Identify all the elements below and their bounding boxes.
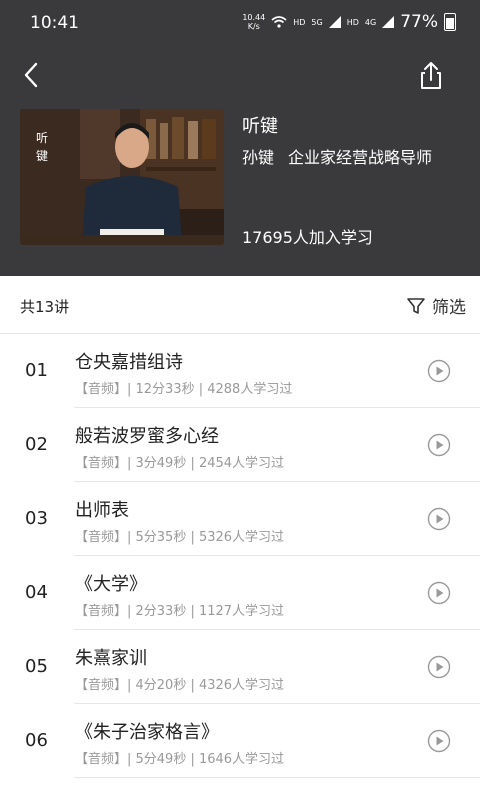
lecture-number: 03 [25,508,48,529]
status-time: 10:41 [30,13,79,33]
battery-percent: 77% [400,12,438,32]
lecture-number: 01 [25,360,48,381]
share-icon[interactable] [414,58,448,92]
divider [74,777,480,778]
hd-badge: HD [346,17,359,27]
lecture-number: 06 [25,730,48,751]
lecture-meta: 【音频】| 5分49秒 | 1646人学习过 [75,752,285,767]
teacher-title: 企业家经营战略导师 [288,148,433,167]
lecture-title: 般若波罗蜜多心经 [75,426,219,447]
play-icon[interactable] [427,507,451,531]
cover-title-vertical: 听键 [35,131,48,163]
filter-icon [407,297,425,314]
play-icon[interactable] [427,581,451,605]
status-bar: 10:41 10.44 K/s HD 5G HD 4G 77% [0,0,480,44]
lecture-meta: 【音频】| 2分33秒 | 1127人学习过 [75,604,285,619]
play-icon[interactable] [427,655,451,679]
signal-4g-label: 4G [364,17,377,27]
network-speed: 10.44 K/s [242,13,266,31]
lecture-meta: 【音频】| 12分33秒 | 4288人学习过 [75,382,293,397]
back-arrow-icon[interactable] [18,58,46,92]
play-icon[interactable] [427,359,451,383]
filter-label: 筛选 [432,298,466,318]
cover-photo [20,109,224,245]
lecture-meta: 【音频】| 3分49秒 | 2454人学习过 [75,456,285,471]
lecture-title: 《朱子治家格言》 [75,722,219,743]
signal-bars-icon [328,16,341,28]
course-header: 10:41 10.44 K/s HD 5G HD 4G 77% 听键 听键 孙键… [0,0,480,276]
status-icons: 10.44 K/s HD 5G HD 4G 77% [242,12,456,32]
course-cover-image[interactable]: 听键 [20,109,224,245]
course-title: 听键 [242,116,278,137]
lecture-item[interactable]: 02 般若波罗蜜多心经 【音频】| 3分49秒 | 2454人学习过 [0,408,480,482]
lecture-item[interactable]: 03 出师表 【音频】| 5分35秒 | 5326人学习过 [0,482,480,556]
filter-button[interactable]: 筛选 [406,293,466,318]
lecture-title: 朱熹家训 [75,648,147,669]
lecture-title: 仓央嘉措组诗 [75,352,183,373]
lecture-item[interactable]: 06 《朱子治家格言》 【音频】| 5分49秒 | 1646人学习过 [0,704,480,778]
lecture-title: 《大学》 [75,574,147,595]
learner-count: 17695人加入学习 [242,228,373,247]
signal-bars-icon [382,16,395,28]
lecture-list: 01 仓央嘉措组诗 【音频】| 12分33秒 | 4288人学习过 02 般若波… [0,334,480,778]
teacher-name: 孙键 [242,148,275,167]
list-toolbar: 共13讲 筛选 [0,276,480,334]
battery-icon [444,13,456,31]
lecture-item[interactable]: 01 仓央嘉措组诗 【音频】| 12分33秒 | 4288人学习过 [0,334,480,408]
lecture-number: 04 [25,582,48,603]
lecture-number: 05 [25,656,48,677]
play-icon[interactable] [427,729,451,753]
signal-5g-label: 5G [311,17,323,27]
lecture-title: 出师表 [75,500,129,521]
hd-badge: HD [293,17,306,27]
lecture-count: 共13讲 [20,298,70,316]
teacher-info: 孙键 企业家经营战略导师 [242,144,432,168]
wifi-icon [271,16,287,28]
play-icon[interactable] [427,433,451,457]
lecture-number: 02 [25,434,48,455]
lecture-item[interactable]: 04 《大学》 【音频】| 2分33秒 | 1127人学习过 [0,556,480,630]
lecture-meta: 【音频】| 4分20秒 | 4326人学习过 [75,678,285,693]
lecture-meta: 【音频】| 5分35秒 | 5326人学习过 [75,530,285,545]
lecture-item[interactable]: 05 朱熹家训 【音频】| 4分20秒 | 4326人学习过 [0,630,480,704]
